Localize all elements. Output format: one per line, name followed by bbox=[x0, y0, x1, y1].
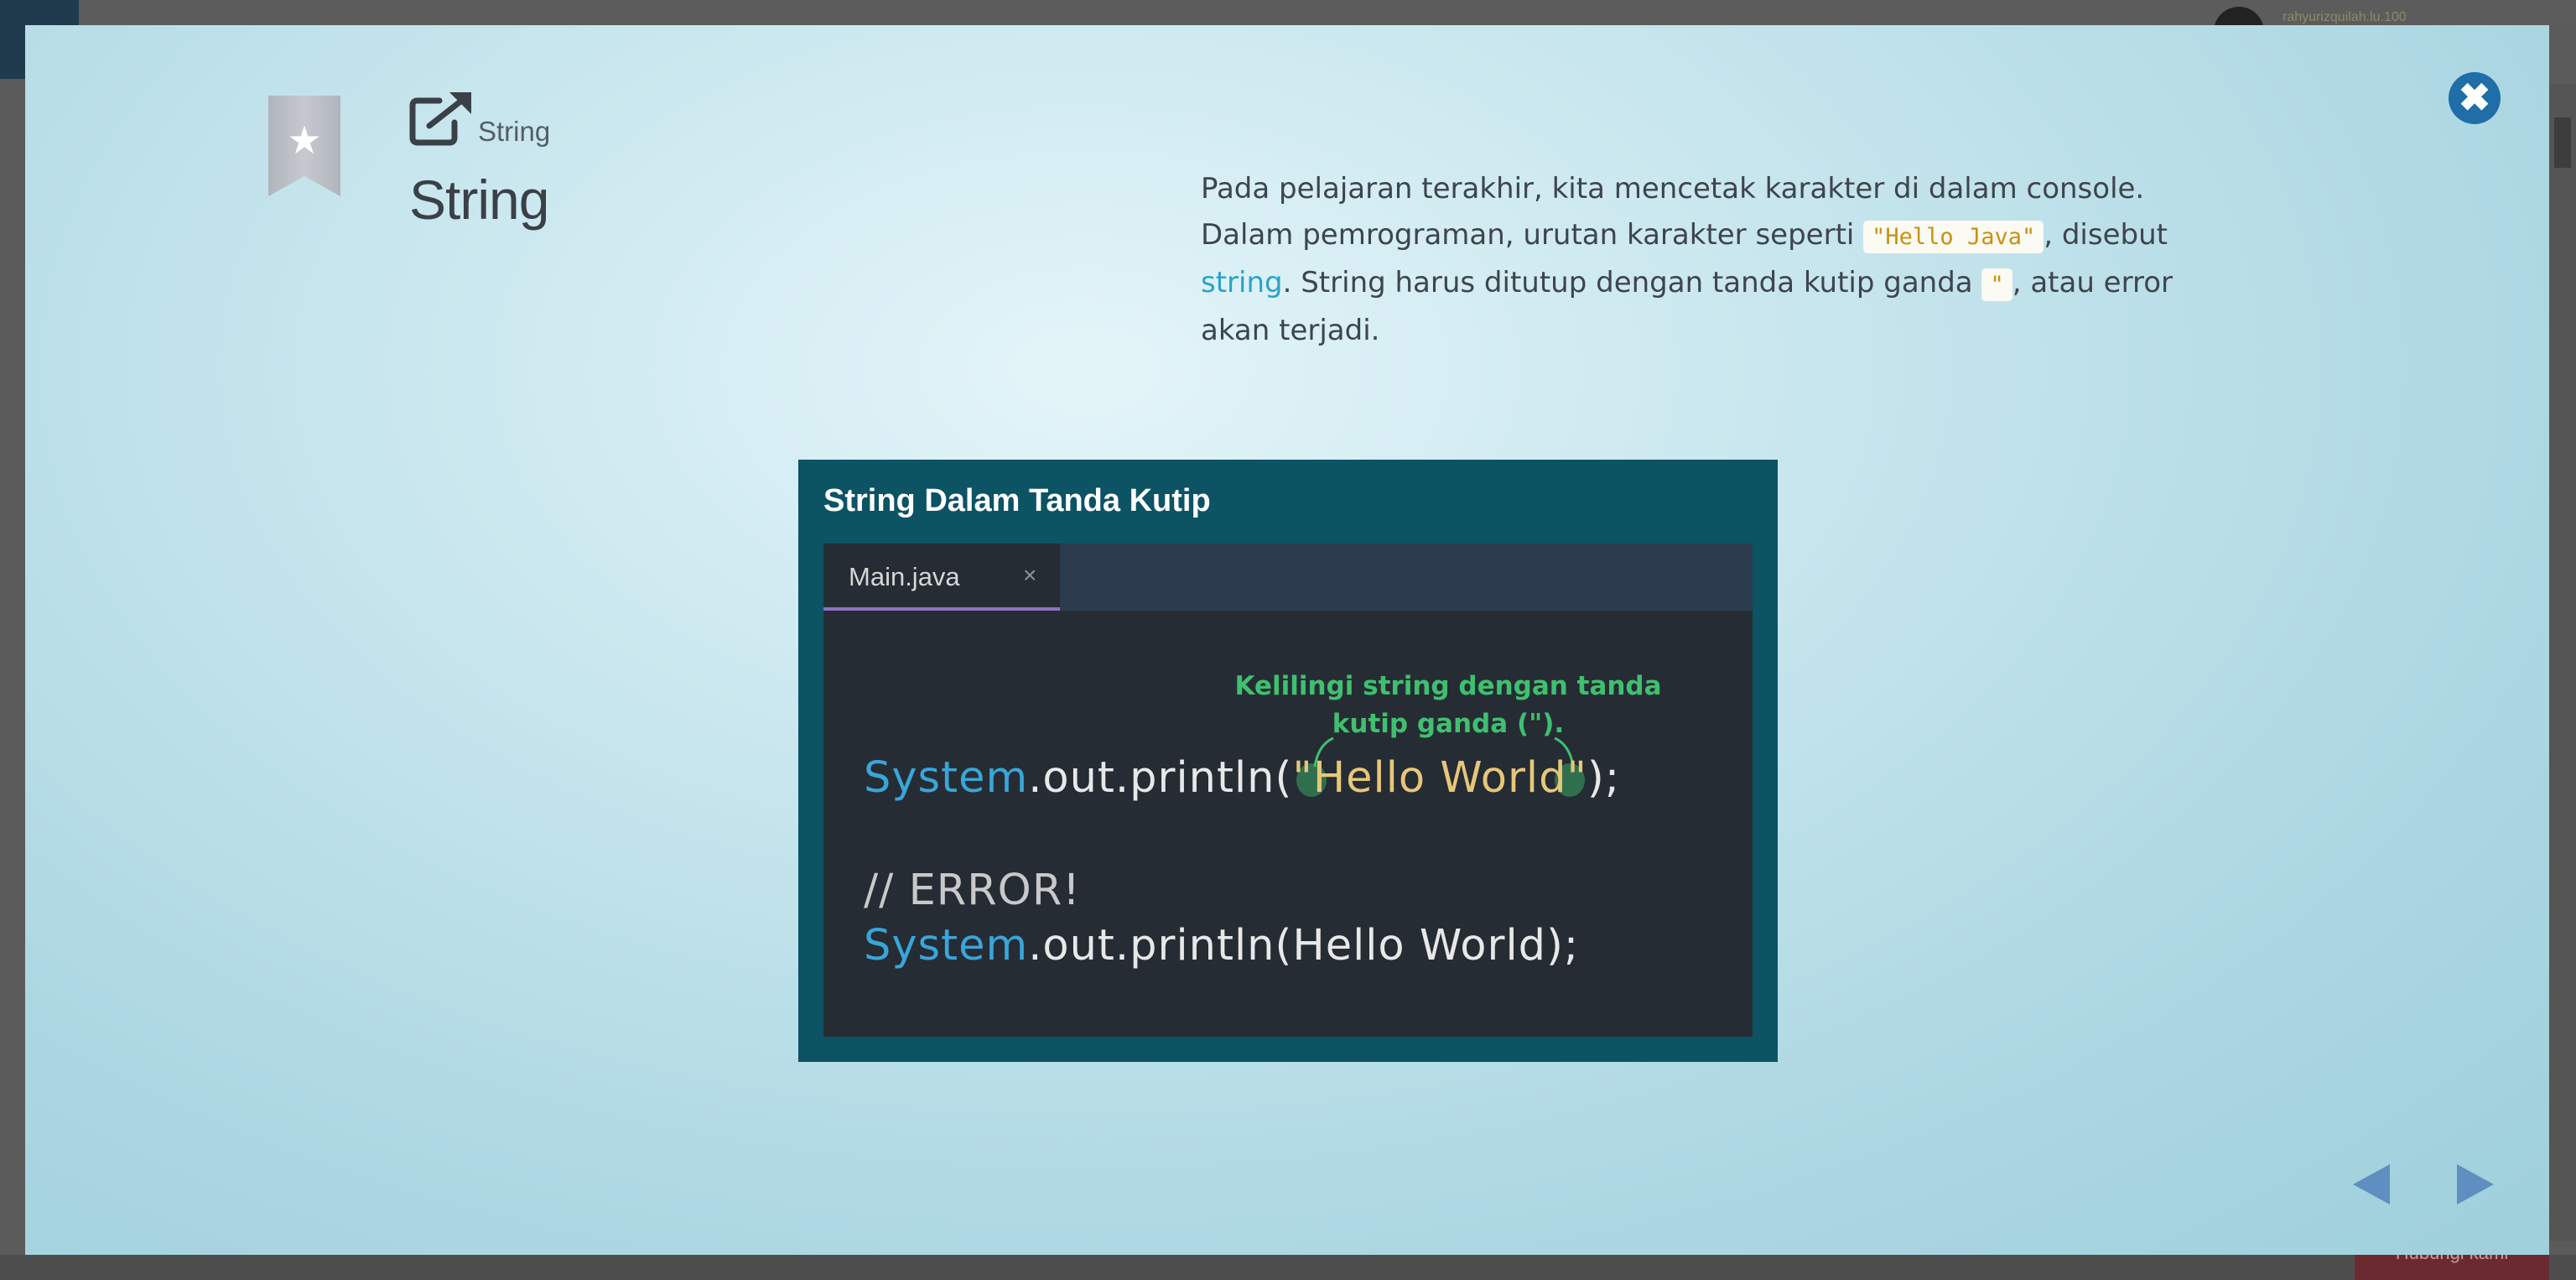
code-area: Kelilingi string dengan tanda kutip gand… bbox=[823, 611, 1753, 1037]
inline-code-quote: " bbox=[1981, 268, 2012, 301]
arrow-left-icon[interactable] bbox=[2353, 1164, 2390, 1205]
code-text: .out.println(Hello World); bbox=[1028, 921, 1580, 970]
lesson-line-3-end: , atau error bbox=[2012, 266, 2173, 299]
lesson-modal: ★ String String Pada pelajaran terakhir,… bbox=[25, 25, 2549, 1255]
code-editor: Main.java × Kelilingi string dengan tand… bbox=[823, 544, 1753, 1037]
glossary-term-string[interactable]: string bbox=[1201, 266, 1283, 299]
illustration-title: String Dalam Tanda Kutip bbox=[823, 483, 1211, 518]
code-line-2: System.out.println(Hello World); bbox=[864, 921, 1579, 970]
code-string-literal: "Hello World" bbox=[1292, 753, 1587, 803]
breadcrumb: String bbox=[478, 116, 551, 147]
lesson-line-2-end: , disebut bbox=[2044, 218, 2168, 252]
code-keyword: System bbox=[864, 753, 1029, 803]
code-text: ); bbox=[1587, 753, 1621, 803]
editor-tabbar: Main.java × bbox=[823, 544, 1753, 611]
code-comment: // ERROR! bbox=[864, 866, 1081, 915]
editor-tab-label: Main.java bbox=[849, 562, 960, 591]
arrow-right-icon[interactable] bbox=[2457, 1164, 2494, 1205]
annotation-note: Kelilingi string dengan tanda kutip gand… bbox=[1234, 671, 1662, 739]
background-username: rahyurizquilah.lu.100 bbox=[2283, 10, 2407, 24]
lesson-description: Pada pelajaran terakhir, kita mencetak k… bbox=[1201, 166, 2257, 354]
lesson-line-4: akan terjadi. bbox=[1201, 314, 1380, 347]
bookmark-button[interactable]: ★ bbox=[268, 96, 340, 196]
background-scrollbar-thumb[interactable] bbox=[2554, 117, 2571, 168]
code-keyword: System bbox=[864, 921, 1029, 970]
external-link-icon[interactable] bbox=[409, 91, 476, 146]
inline-code-hello-java: "Hello Java" bbox=[1863, 221, 2044, 253]
background-scrollbar[interactable] bbox=[2549, 84, 2576, 1241]
background-topbar bbox=[0, 0, 2576, 25]
lesson-line-1: Pada pelajaran terakhir, kita mencetak k… bbox=[1201, 172, 2145, 206]
code-line-1: System.out.println("Hello World"); bbox=[864, 753, 1620, 803]
close-icon[interactable]: ✖ bbox=[2449, 72, 2501, 124]
star-icon: ★ bbox=[287, 118, 322, 162]
page-title: String bbox=[409, 169, 549, 231]
tab-close-icon: × bbox=[1023, 562, 1037, 588]
code-illustration: String Dalam Tanda Kutip Main.java × Kel… bbox=[798, 460, 1778, 1062]
lesson-line-3-middle: . String harus ditutup dengan tanda kuti… bbox=[1282, 266, 1982, 299]
code-text: .out.println( bbox=[1028, 753, 1293, 803]
lesson-line-2-start: Dalam pemrograman, urutan karakter seper… bbox=[1201, 218, 1864, 252]
code-comment-text: // ERROR! bbox=[864, 866, 1081, 915]
editor-tab-main-java: Main.java × bbox=[823, 544, 1060, 611]
background-bottombar bbox=[0, 1255, 2576, 1280]
